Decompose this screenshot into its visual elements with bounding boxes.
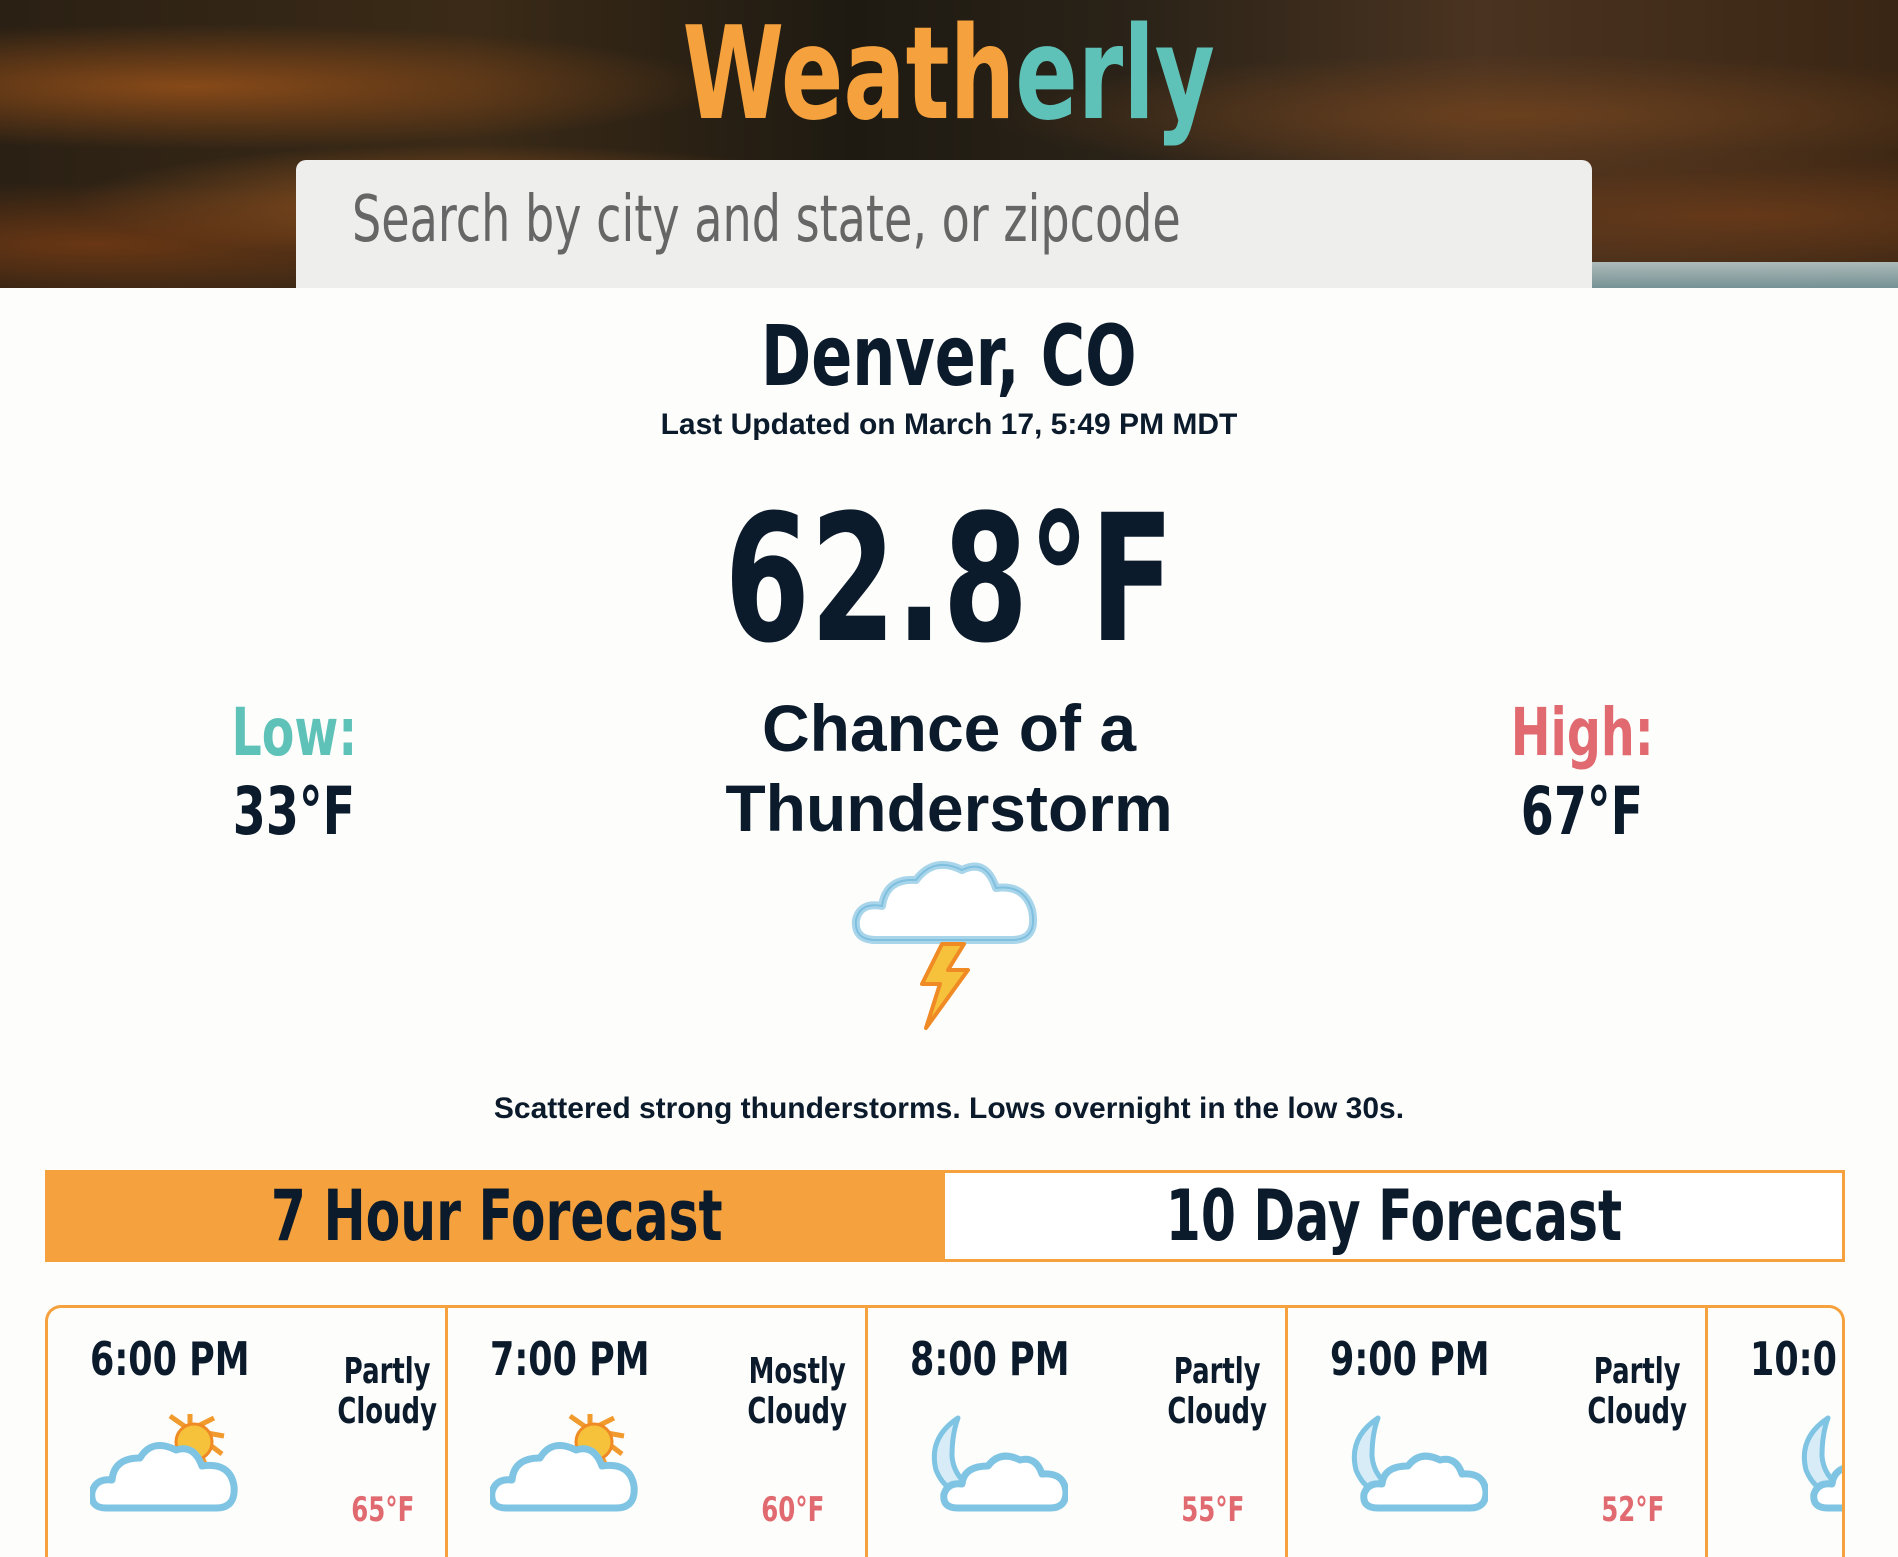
hour-time: 6:00 PM [90,1332,250,1386]
forecast-tabs: 7 Hour Forecast 10 Day Forecast [45,1170,1845,1262]
logo-text-teal: erly [1015,0,1216,149]
partly-cloudy-night-icon [1801,1415,1842,1512]
partly-cloudy-night-icon [1351,1415,1488,1512]
tab-10-day-forecast[interactable]: 10 Day Forecast [945,1173,1842,1259]
hour-temperature: 60°F [761,1490,825,1530]
logo-text-orange: Weath [682,0,1016,149]
hourly-card: 6:00 PM Partly Cloudy 65°F [48,1308,448,1557]
low-value: 33°F [232,773,356,850]
hour-time: 7:00 PM [490,1332,650,1386]
hourly-card: 10:0 [1708,1308,1842,1557]
hourly-forecast-list[interactable]: 6:00 PM Partly Cloudy 65°F 7:00 PM Mostly… [45,1305,1845,1557]
tab-7-hour-forecast[interactable]: 7 Hour Forecast [48,1173,945,1259]
banner-background [1578,262,1898,288]
hour-time: 9:00 PM [1330,1332,1490,1386]
high-temperature: High: 67°F [1432,694,1732,852]
hour-temperature: 55°F [1181,1490,1245,1530]
hourly-card: 7:00 PM Mostly Cloudy 60°F [448,1308,868,1557]
low-temperature: Low: 33°F [144,694,444,852]
location-title: Denver, CO [761,307,1137,405]
partly-cloudy-day-icon [90,1413,238,1512]
hourly-card: 8:00 PM Partly Cloudy 55°F [868,1308,1288,1557]
hour-temperature: 65°F [351,1490,415,1530]
header-banner: Weatherly Search by city and state, or z… [0,0,1898,288]
app-logo[interactable]: Weatherly [0,0,1898,150]
high-value: 67°F [1520,773,1644,850]
hour-condition: Mostly Cloudy [747,1351,847,1432]
hour-condition: Partly Cloudy [1587,1351,1687,1432]
hour-time: 8:00 PM [910,1332,1070,1386]
current-temperature: 62.8°F [724,477,1174,682]
hour-temperature: 52°F [1601,1490,1665,1530]
hourly-card: 9:00 PM Partly Cloudy 52°F [1288,1308,1708,1557]
hour-condition: Partly Cloudy [337,1351,437,1432]
hour-condition: Partly Cloudy [1167,1351,1267,1432]
last-updated: Last Updated on March 17, 5:49 PM MDT [660,408,1238,441]
low-label: Low: [231,694,357,771]
partly-cloudy-day-icon [490,1413,638,1512]
partly-cloudy-night-icon [931,1415,1068,1512]
hour-time: 10:0 [1750,1332,1837,1386]
high-label: High: [1510,694,1654,771]
weather-summary: Scattered strong thunderstorms. Lows ove… [493,1092,1405,1125]
thunderstorm-icon [851,860,1037,1030]
search-placeholder: Search by city and state, or zipcode [352,183,1181,257]
